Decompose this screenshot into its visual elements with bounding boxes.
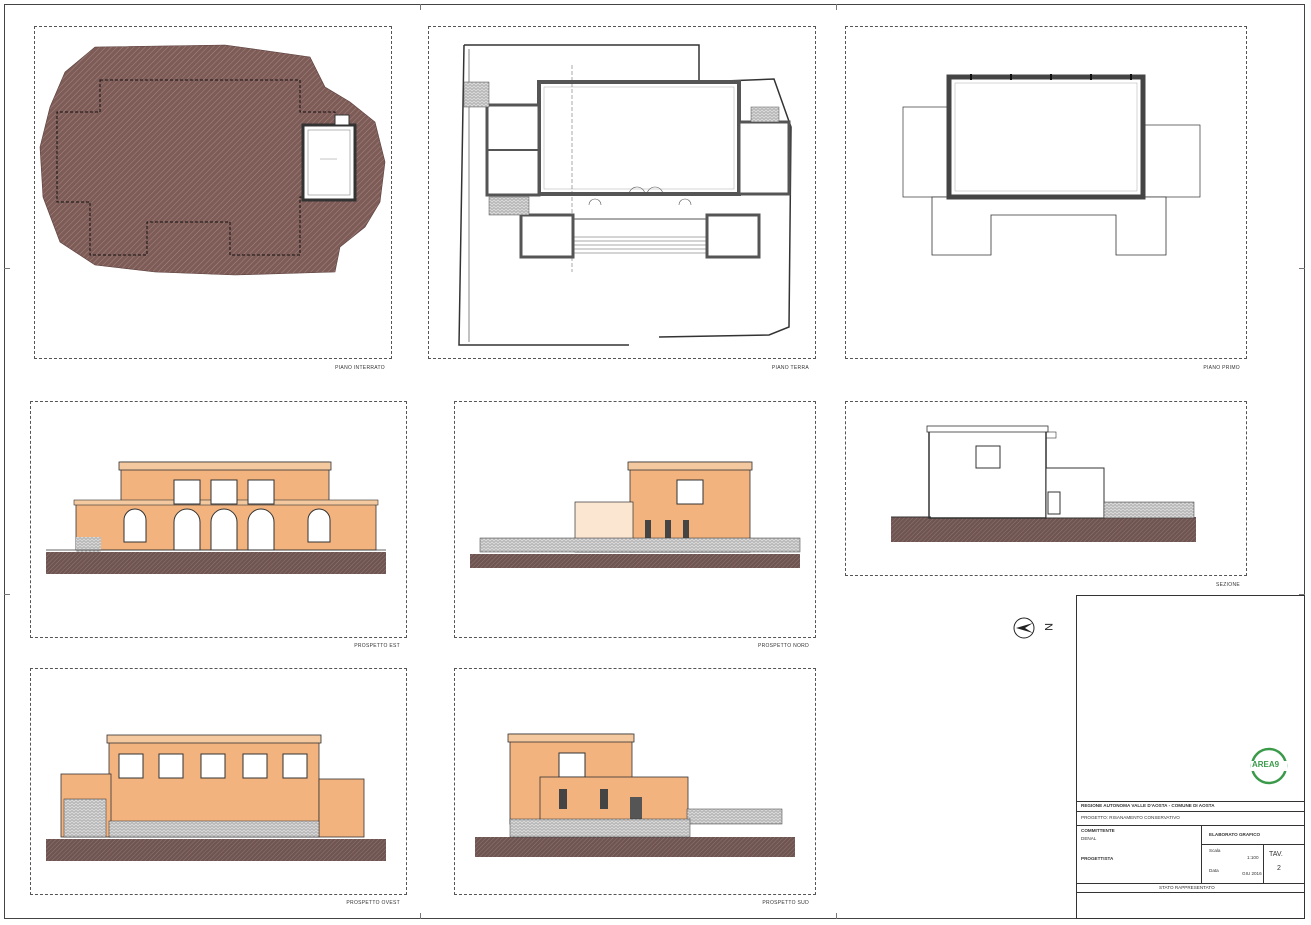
drawing-label: SEZIONE: [1215, 582, 1240, 588]
basement-plan-drawing: [39, 44, 386, 276]
panel-prospetto-est: PROSPETTO EST: [30, 401, 407, 649]
panel-piano-primo: PIANO PRIMO: [845, 26, 1247, 371]
title-block: AREA9 REGIONE AUTONOMA VALLE D'AOSTA - C…: [1076, 595, 1305, 919]
scala-value: 1:100: [1247, 855, 1259, 860]
grid-tick: [1299, 268, 1305, 269]
progetto-text: PROGETTO: RISANAMENTO CONSERVATIVO: [1081, 815, 1180, 820]
north-arrow-icon: [1013, 617, 1035, 639]
project-line: REGIONE AUTONOMA VALLE D'AOSTA - COMUNE …: [1081, 803, 1215, 808]
panel-prospetto-nord: PROSPETTO NORD: [454, 401, 816, 649]
panel-piano-interrato: PIANO INTERRATO: [34, 26, 392, 371]
scala-label: Scala: [1209, 848, 1221, 853]
ground-floor-plan-drawing: [458, 44, 792, 346]
east-elevation-drawing: [46, 461, 386, 574]
grid-tick: [420, 913, 421, 919]
section-drawing: [891, 425, 1196, 542]
drawing-label: PIANO PRIMO: [1203, 365, 1240, 371]
grid-tick: [4, 268, 10, 269]
data-value: GIU 2016: [1242, 871, 1262, 876]
progettista-label: PROGETTISTA: [1081, 856, 1114, 861]
drawing-label: PROSPETTO EST: [354, 643, 400, 649]
data-label: Data: [1209, 868, 1219, 873]
south-elevation-drawing: [475, 733, 795, 857]
drawing-label: PIANO TERRA: [771, 365, 809, 371]
grid-tick: [836, 4, 837, 10]
north-letter: N: [1041, 623, 1054, 631]
committente-label: COMMITTENTE: [1081, 828, 1115, 833]
logo-text: AREA9: [1252, 760, 1280, 769]
north-arrow: N: [1012, 616, 1062, 640]
first-floor-plan-drawing: [902, 74, 1201, 256]
grid-tick: [836, 913, 837, 919]
drawing-label: PIANO INTERRATO: [335, 365, 385, 371]
grid-tick: [4, 594, 10, 595]
tav-number: 2: [1277, 865, 1281, 872]
committente-sub: DENAL: [1081, 836, 1097, 841]
drawing-label: PROSPETTO SUD: [762, 900, 809, 906]
drawing-label: PROSPETTO NORD: [757, 643, 809, 649]
panel-prospetto-ovest: PROSPETTO OVEST: [30, 668, 407, 906]
north-elevation-drawing: [470, 461, 801, 568]
drawing-label: PROSPETTO OVEST: [346, 900, 400, 906]
panel-piano-terra: PIANO TERRA: [428, 26, 816, 371]
west-elevation-drawing: [46, 734, 386, 861]
panel-prospetto-sud: PROSPETTO SUD: [454, 668, 816, 906]
grid-tick: [420, 4, 421, 10]
tav-label: TAV.: [1269, 851, 1283, 858]
panel-sezione: SEZIONE: [845, 401, 1247, 588]
elaborato-label: ELABORATO GRAFICO: [1209, 832, 1261, 837]
revisioni-text: STATO RAPPRESENTATO: [1159, 885, 1215, 890]
